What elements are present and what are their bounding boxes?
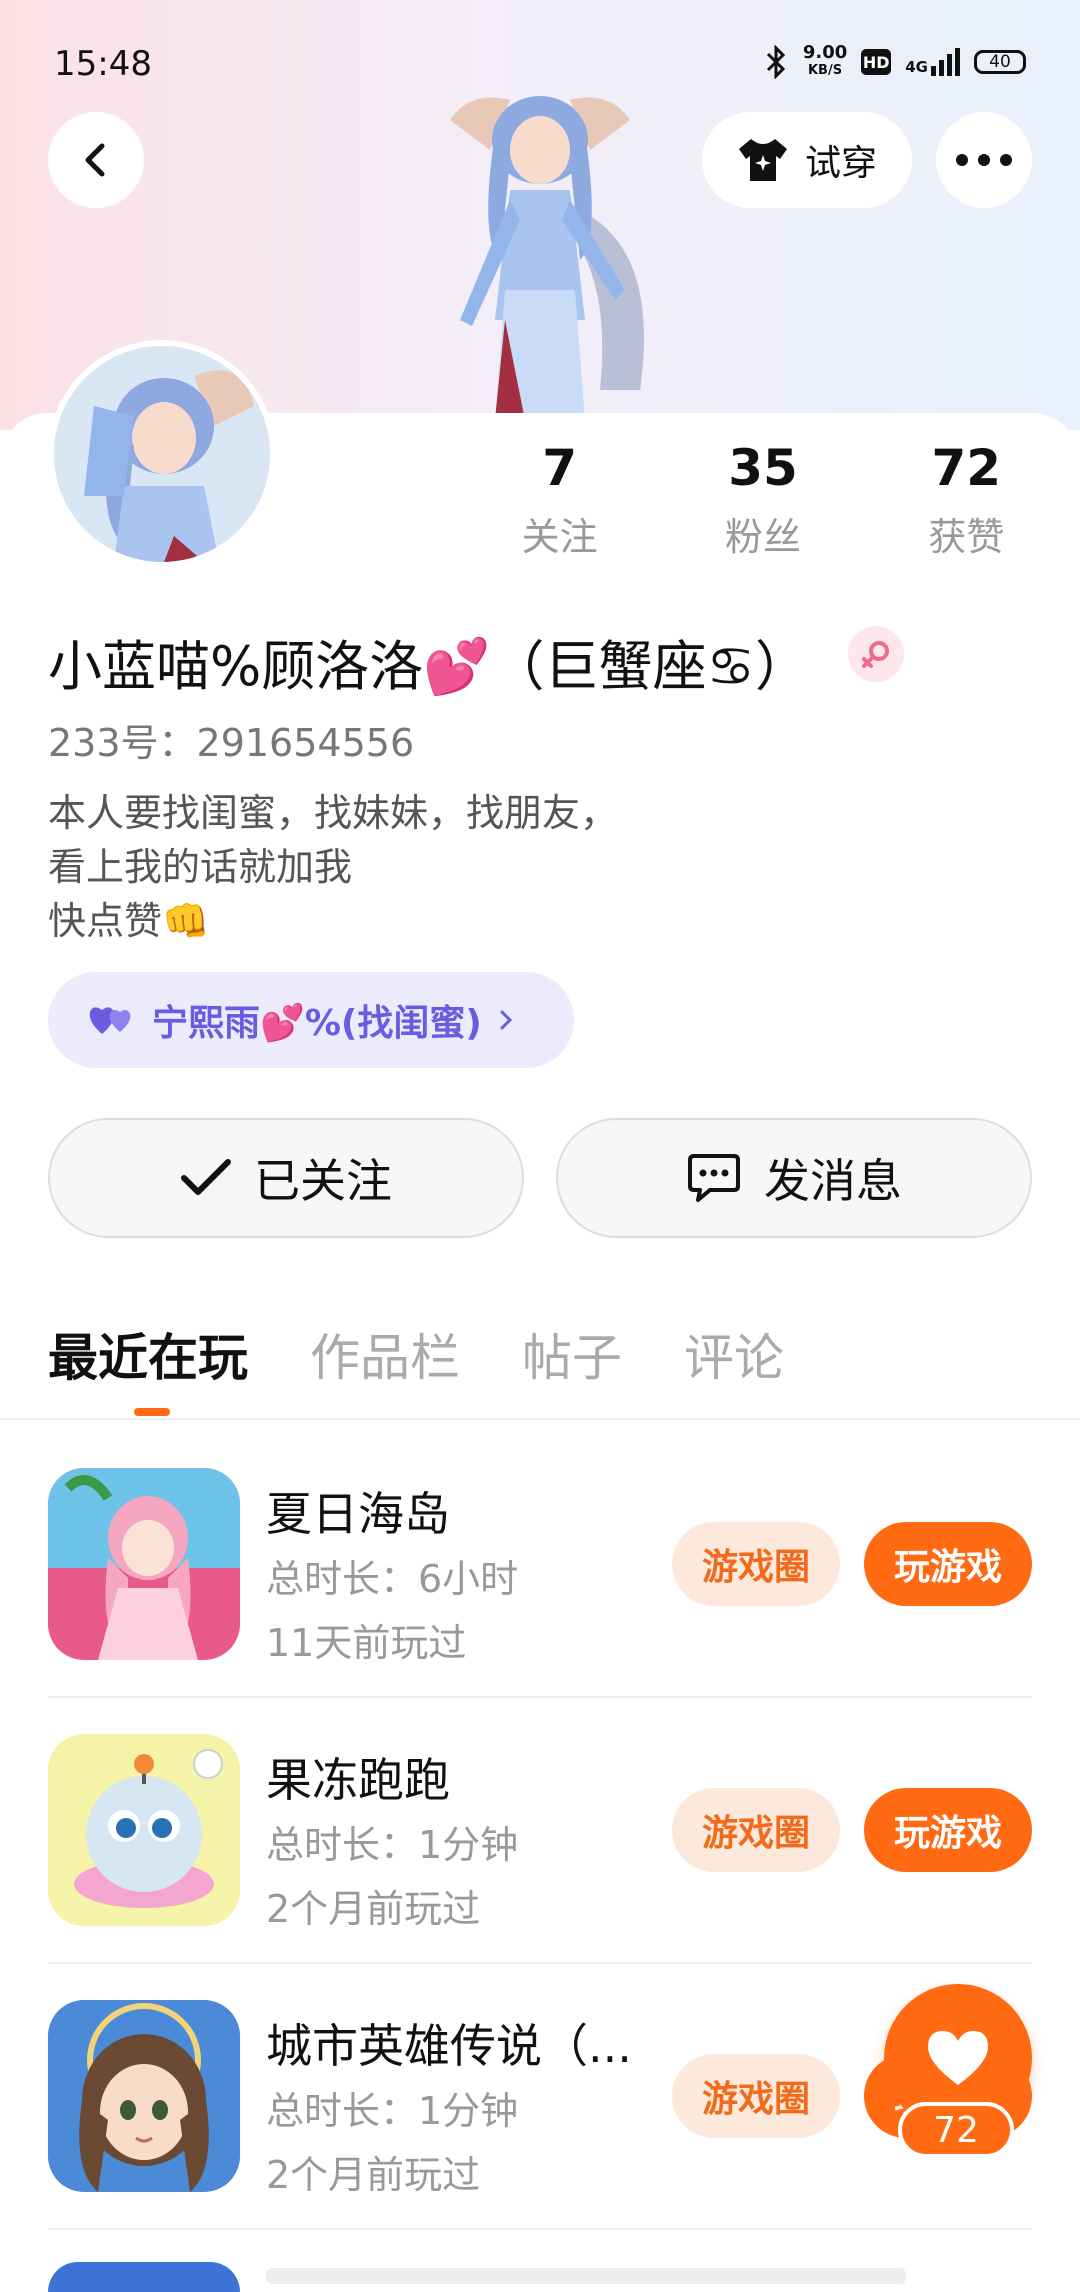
profile-tabs: 最近在玩 作品栏 帖子 评论 xyxy=(48,1318,784,1390)
stat-following[interactable]: 7 关注 xyxy=(458,440,661,561)
heart-icon xyxy=(928,2031,988,2085)
game-last-played: 2个月前玩过 xyxy=(266,1887,481,1931)
tab-works[interactable]: 作品栏 xyxy=(310,1318,460,1390)
more-dots-icon xyxy=(956,154,1012,166)
game-icon xyxy=(48,1468,240,1660)
active-tab-indicator xyxy=(134,1408,170,1416)
checkmark-icon xyxy=(181,1159,231,1195)
bio-text: 本人要找闺蜜，找妹妹，找朋友， 看上我的话就加我 快点赞👊 xyxy=(48,791,619,943)
signal-icon: 4G xyxy=(905,48,960,76)
nickname: 小蓝喵%顾洛洛💕（巨蟹座♋） xyxy=(48,635,809,698)
stat-likes[interactable]: 72 获赞 xyxy=(865,440,1068,561)
friend-tag-label: 宁熙雨💕%(找闺蜜) xyxy=(152,1003,482,1044)
try-on-label: 试穿 xyxy=(804,143,877,184)
hero-character-image xyxy=(450,96,644,420)
back-button[interactable] xyxy=(48,112,144,208)
stat-followers[interactable]: 35 粉丝 xyxy=(661,440,864,561)
status-time: 15:48 xyxy=(54,44,152,84)
best-friend-tag[interactable]: 宁熙雨💕%(找闺蜜) xyxy=(48,972,574,1068)
tab-comments[interactable]: 评论 xyxy=(684,1318,784,1390)
stat-value: 72 xyxy=(931,439,1002,497)
list-item[interactable]: 夏日海岛 总时长：6小时 11天前玩过 游戏圈 玩游戏 xyxy=(48,1468,1032,1732)
play-game-button[interactable]: 玩游戏 xyxy=(864,1788,1032,1872)
divider xyxy=(48,1696,1032,1698)
net-speed: 9.00 KB/S xyxy=(802,42,848,79)
stat-value: 35 xyxy=(728,439,798,497)
game-icon xyxy=(48,1734,240,1926)
game-name: 夏日海岛 xyxy=(266,1487,450,1541)
double-heart-icon xyxy=(89,1007,131,1034)
game-duration: 总时长：6小时 xyxy=(266,1557,519,1601)
send-message-label: 发消息 xyxy=(764,1154,902,1208)
female-gender-icon xyxy=(848,626,904,682)
game-last-played: 11天前玩过 xyxy=(266,1621,467,1665)
game-icon xyxy=(48,2000,240,2192)
game-name: 城市英雄传说（... xyxy=(266,2019,632,2073)
next-item-peek xyxy=(266,2268,906,2284)
game-duration: 总时长：1分钟 xyxy=(266,2089,519,2133)
chevron-left-icon xyxy=(85,143,105,177)
game-last-played: 2个月前玩过 xyxy=(266,2153,481,2197)
followed-label: 已关注 xyxy=(254,1154,392,1208)
like-count-badge: 72 xyxy=(898,2102,1014,2158)
battery-icon: 40 xyxy=(974,50,1026,74)
stat-label: 粉丝 xyxy=(724,515,801,559)
followed-button[interactable]: 已关注 xyxy=(48,1118,524,1238)
play-game-button[interactable]: 玩游戏 xyxy=(864,1522,1032,1606)
hd-icon: HD xyxy=(861,49,892,75)
game-circle-button[interactable]: 游戏圈 xyxy=(672,2054,840,2138)
bluetooth-icon xyxy=(766,45,785,79)
avatar[interactable] xyxy=(48,340,276,568)
shirt-icon xyxy=(738,139,787,181)
more-button[interactable] xyxy=(936,112,1032,208)
divider xyxy=(48,1962,1032,1964)
tab-posts[interactable]: 帖子 xyxy=(522,1318,622,1390)
stat-value: 7 xyxy=(542,439,578,497)
user-id: 233号：291654556 xyxy=(48,721,415,765)
try-on-button[interactable]: 试穿 xyxy=(702,112,912,208)
next-game-icon-peek xyxy=(48,2262,240,2292)
avatar-image xyxy=(54,346,270,562)
list-item[interactable]: 果冻跑跑 总时长：1分钟 2个月前玩过 游戏圈 玩游戏 xyxy=(48,1734,1032,1998)
game-duration: 总时长：1分钟 xyxy=(266,1823,519,1867)
stat-label: 关注 xyxy=(521,515,598,559)
chevron-right-icon xyxy=(500,1010,512,1030)
chat-bubble-icon xyxy=(688,1154,740,1202)
divider xyxy=(48,2228,1032,2230)
game-circle-button[interactable]: 游戏圈 xyxy=(672,1788,840,1872)
send-message-button[interactable]: 发消息 xyxy=(556,1118,1032,1238)
stat-label: 获赞 xyxy=(928,515,1005,559)
game-circle-button[interactable]: 游戏圈 xyxy=(672,1522,840,1606)
tab-recently-played[interactable]: 最近在玩 xyxy=(48,1318,248,1390)
list-item[interactable]: 城市英雄传说（... 总时长：1分钟 2个月前玩过 游戏圈 玩游戏 xyxy=(48,2000,1032,2264)
status-bar: 15:48 9.00 KB/S HD 4G 40 xyxy=(54,44,1026,84)
stats-row: 7 关注 35 粉丝 72 获赞 xyxy=(458,440,1068,561)
tab-divider xyxy=(0,1418,1080,1420)
game-name: 果冻跑跑 xyxy=(266,1753,450,1807)
